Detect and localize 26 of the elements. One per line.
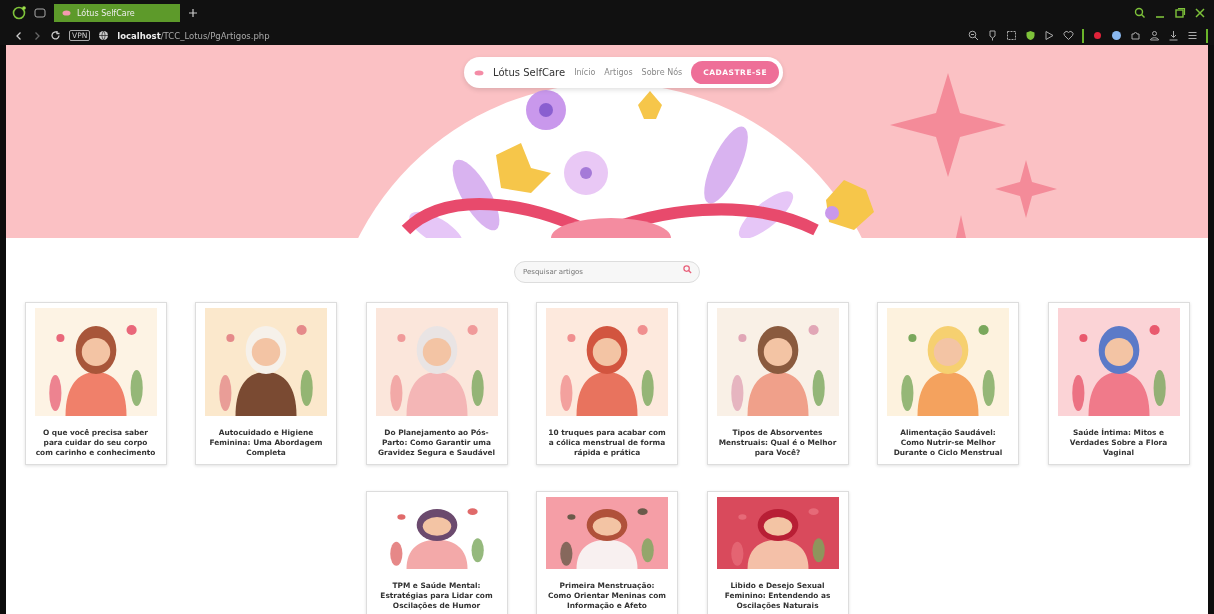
nav-link[interactable]: Início — [574, 68, 596, 77]
forward-icon[interactable] — [32, 30, 42, 41]
close-icon[interactable] — [1194, 7, 1206, 19]
new-tab-icon[interactable] — [188, 8, 198, 18]
menu-icon[interactable] — [1187, 30, 1198, 41]
search-icon[interactable] — [1134, 7, 1146, 19]
zoom-out-icon[interactable] — [968, 30, 979, 41]
url-field[interactable]: localhost/TCC_Lotus/PgArtigos.php — [117, 30, 270, 41]
extension-icon[interactable] — [1092, 30, 1103, 41]
tabs-icon[interactable] — [34, 8, 46, 18]
nav-link[interactable]: Artigos — [604, 68, 633, 77]
profile-icon[interactable] — [1149, 30, 1160, 41]
reload-icon[interactable] — [50, 30, 61, 41]
extension-icon[interactable] — [1111, 30, 1122, 41]
browser-logo-icon[interactable] — [12, 6, 26, 20]
download-icon[interactable] — [1168, 30, 1179, 41]
brand-name[interactable]: Lótus SelfCare — [493, 67, 566, 78]
pin-icon[interactable] — [987, 30, 998, 41]
heart-icon[interactable] — [1063, 30, 1074, 41]
shield-icon[interactable] — [1025, 30, 1036, 41]
play-icon[interactable] — [1044, 30, 1055, 41]
back-icon[interactable] — [14, 30, 24, 41]
maximize-icon[interactable] — [1174, 7, 1186, 19]
nav-link[interactable]: Sobre Nós — [641, 68, 683, 77]
crop-icon[interactable] — [1006, 30, 1017, 41]
globe-icon — [98, 30, 110, 41]
